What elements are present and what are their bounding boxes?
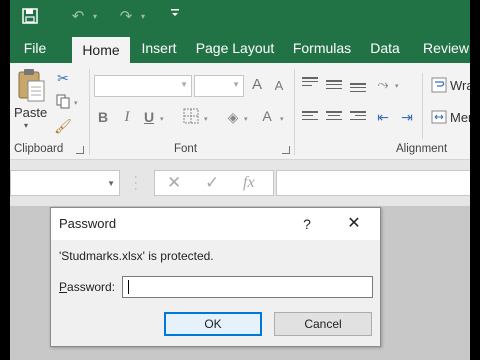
letterbox-right bbox=[470, 0, 480, 360]
group-divider bbox=[422, 73, 423, 139]
align-right-icon[interactable] bbox=[350, 111, 366, 123]
font-name-box[interactable]: ▼ bbox=[94, 75, 192, 97]
underline-icon[interactable]: U bbox=[142, 109, 156, 125]
font-color-icon[interactable]: A bbox=[260, 108, 274, 124]
copy-dropdown-icon[interactable]: ▾ bbox=[74, 99, 78, 107]
decrease-indent-icon[interactable]: ⇤ bbox=[374, 108, 392, 126]
cancel-entry-icon[interactable]: ✕ bbox=[167, 173, 181, 193]
orientation-dropdown-icon[interactable]: ▾ bbox=[395, 82, 399, 90]
paste-button-label[interactable]: Paste bbox=[14, 105, 47, 120]
clipboard-group-label: Clipboard bbox=[14, 143, 64, 155]
save-icon[interactable] bbox=[22, 6, 40, 28]
group-divider bbox=[89, 69, 90, 155]
redo-icon[interactable]: ↷ bbox=[116, 6, 136, 28]
shrink-font-icon[interactable]: A bbox=[272, 78, 286, 93]
borders-icon[interactable] bbox=[182, 108, 200, 126]
formula-buttons: ✕ ✓ fx bbox=[154, 170, 274, 196]
ribbon-tabs: File Home Insert Page Layout Formulas Da… bbox=[10, 34, 470, 63]
format-painter-icon[interactable]: 🖌 bbox=[54, 117, 72, 135]
tab-review[interactable]: Review bbox=[418, 34, 474, 63]
excel-window: ↶ ▾ ↷ ▾ File Home Insert Page Layout For… bbox=[0, 0, 480, 360]
formula-input[interactable] bbox=[276, 170, 476, 196]
letterbox-left bbox=[0, 0, 10, 360]
tab-formulas[interactable]: Formulas bbox=[288, 34, 356, 63]
text-caret bbox=[128, 280, 129, 294]
bottom-align-icon[interactable] bbox=[350, 83, 366, 95]
align-left-icon[interactable] bbox=[302, 111, 318, 123]
fill-color-dropdown-icon[interactable]: ▾ bbox=[244, 115, 248, 123]
insert-function-icon[interactable]: fx bbox=[243, 174, 255, 192]
tab-file[interactable]: File bbox=[12, 34, 58, 63]
ribbon-home: Paste ▾ ✂ ▾ 🖌 Clipboard ▼ ▼ A A B I U ▾ … bbox=[10, 63, 474, 160]
group-divider bbox=[294, 69, 295, 155]
underline-dropdown-icon[interactable]: ▾ bbox=[160, 115, 164, 123]
font-color-dropdown-icon[interactable]: ▾ bbox=[280, 115, 284, 123]
ok-button[interactable]: OK bbox=[164, 312, 262, 336]
redo-dropdown-icon[interactable]: ▾ bbox=[138, 6, 148, 28]
quick-access-toolbar: ↶ ▾ ↷ ▾ bbox=[10, 0, 470, 34]
merge-center-icon[interactable] bbox=[430, 109, 448, 127]
middle-align-icon[interactable] bbox=[326, 80, 342, 92]
undo-icon[interactable]: ↶ bbox=[68, 6, 88, 28]
resize-handle-icon[interactable]: · · · bbox=[134, 172, 138, 195]
chevron-down-icon: ▼ bbox=[107, 179, 115, 188]
font-group-label: Font bbox=[174, 143, 198, 155]
password-label: Password: bbox=[59, 280, 116, 294]
paste-dropdown-icon[interactable]: ▾ bbox=[24, 121, 28, 130]
name-box[interactable]: ▼ bbox=[10, 170, 120, 196]
alignment-group-label: Alignment bbox=[396, 143, 448, 155]
chevron-down-icon: ▼ bbox=[180, 80, 188, 89]
tab-home[interactable]: Home bbox=[72, 37, 130, 63]
fill-color-icon[interactable]: ◈ bbox=[224, 108, 242, 126]
customize-toolbar-icon[interactable] bbox=[168, 6, 182, 28]
chevron-down-icon: ▼ bbox=[232, 80, 240, 89]
enter-entry-icon[interactable]: ✓ bbox=[205, 173, 219, 193]
font-size-box[interactable]: ▼ bbox=[194, 75, 244, 97]
copy-icon[interactable] bbox=[54, 93, 72, 111]
borders-dropdown-icon[interactable]: ▾ bbox=[204, 115, 208, 123]
font-launcher-icon[interactable] bbox=[282, 146, 290, 154]
paste-icon[interactable] bbox=[16, 67, 46, 103]
dialog-titlebar: Password ? ✕ bbox=[51, 208, 380, 240]
formula-bar: ▼ · · · ✕ ✓ fx bbox=[10, 160, 476, 206]
close-icon[interactable]: ✕ bbox=[341, 213, 367, 235]
grow-font-icon[interactable]: A bbox=[250, 76, 264, 93]
tab-insert[interactable]: Insert bbox=[134, 34, 184, 63]
password-dialog: Password ? ✕ 'Studmarks.xlsx' is protect… bbox=[50, 207, 381, 347]
align-center-icon[interactable] bbox=[326, 111, 342, 123]
top-align-icon[interactable] bbox=[302, 77, 318, 89]
orientation-icon[interactable]: ⤳ bbox=[374, 75, 392, 93]
increase-indent-icon[interactable]: ⇥ bbox=[398, 108, 416, 126]
italic-icon[interactable]: I bbox=[120, 109, 134, 126]
dialog-title: Password bbox=[59, 216, 117, 231]
help-button[interactable]: ? bbox=[295, 213, 319, 235]
cut-icon[interactable]: ✂ bbox=[54, 69, 72, 87]
tab-page-layout[interactable]: Page Layout bbox=[192, 34, 278, 63]
clipboard-launcher-icon[interactable] bbox=[76, 146, 84, 154]
bold-icon[interactable]: B bbox=[96, 109, 110, 125]
tab-data[interactable]: Data bbox=[364, 34, 406, 63]
password-field[interactable] bbox=[122, 276, 373, 298]
wrap-text-icon[interactable] bbox=[430, 77, 448, 95]
cancel-button[interactable]: Cancel bbox=[274, 312, 372, 336]
protected-message: 'Studmarks.xlsx' is protected. bbox=[59, 249, 214, 263]
undo-dropdown-icon[interactable]: ▾ bbox=[90, 6, 100, 28]
